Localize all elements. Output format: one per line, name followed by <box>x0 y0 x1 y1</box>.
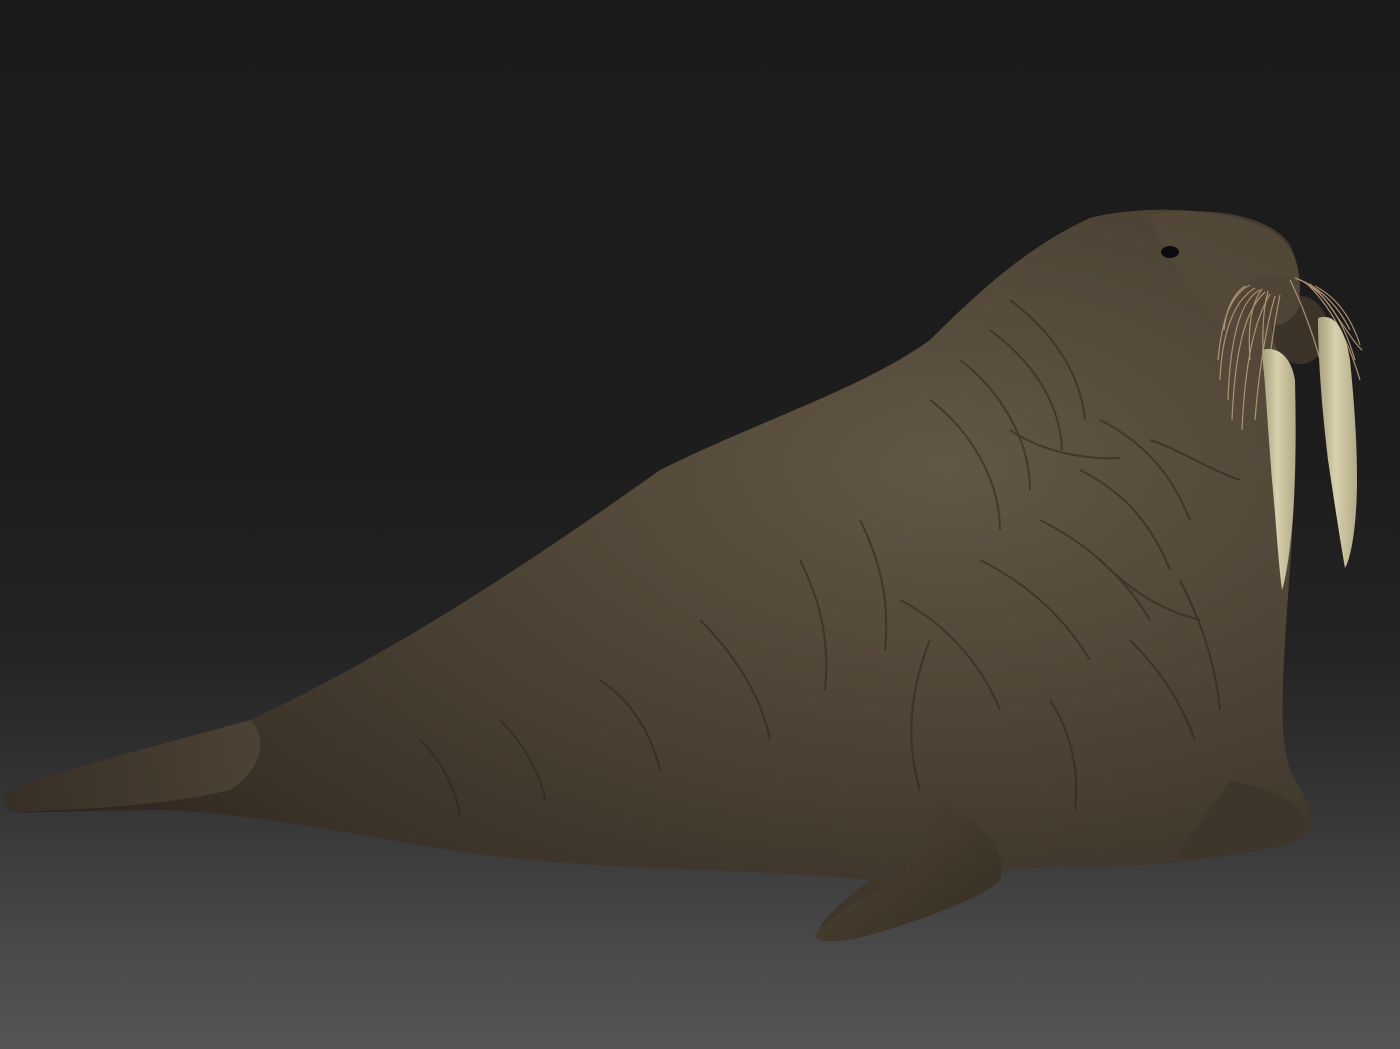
walrus-sculpt-render <box>4 209 1363 942</box>
render-viewport <box>0 0 1400 1049</box>
eye-icon <box>1161 246 1179 258</box>
